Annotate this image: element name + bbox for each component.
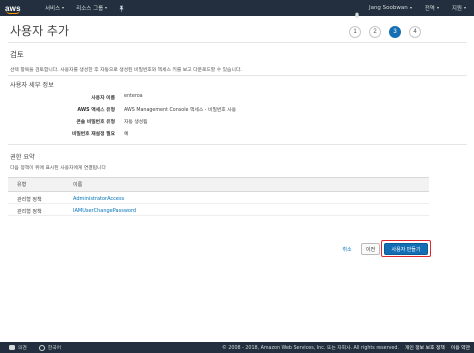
user-details-heading: 사용자 세부 정보 (10, 82, 54, 89)
footer: 의견 한국어 © 2008 - 2018, Amazon Web Service… (0, 342, 474, 353)
previous-button[interactable]: 이전 (361, 243, 380, 255)
step-4: 4 (409, 26, 421, 38)
permissions-table: 유형 이름 관리형 정책 AdministratorAccess 관리형 정책 … (8, 177, 429, 216)
resource-groups-menu[interactable]: 리소스 그룹 (76, 4, 108, 12)
feedback-label: 의견 (18, 346, 27, 351)
services-label: 서비스 (45, 6, 61, 12)
detail-key: AWS 액세스 유형 (77, 108, 115, 113)
step-1[interactable]: 1 (349, 26, 361, 38)
detail-row-password-type: 콘솔 비밀번호 유형 자동 생성됨 (10, 118, 310, 127)
create-user-button[interactable]: 사용자 만들기 (384, 243, 428, 255)
chevron-down-icon (409, 7, 412, 9)
detail-value: AWS Management Console 액세스 - 비밀번호 사용 (124, 108, 237, 113)
page-title: 사용자 추가 (10, 24, 70, 38)
cancel-button[interactable]: 취소 (337, 243, 357, 255)
step-3-active: 3 (389, 26, 401, 38)
divider (8, 75, 467, 76)
divider (8, 42, 467, 43)
detail-row-reset-required: 비밀번호 재설정 필요 예 (10, 130, 310, 139)
step-indicator: 1 2 3 4 (349, 26, 429, 38)
copyright-text: © 2008 - 2018, Amazon Web Services, Inc.… (222, 346, 399, 351)
pin-icon[interactable] (117, 4, 125, 12)
support-label: 지원 (451, 6, 462, 12)
language-selector[interactable]: 한국어 (27, 344, 61, 351)
region-label: 전역 (424, 6, 435, 12)
chevron-down-icon (105, 7, 108, 9)
chevron-down-icon (464, 7, 466, 9)
policy-link[interactable]: AdministratorAccess (73, 196, 124, 202)
detail-key: 사용자 이름 (91, 96, 115, 101)
bell-icon[interactable] (353, 4, 361, 19)
chevron-down-icon (62, 7, 65, 9)
account-name: Jang Soobwan (368, 5, 408, 11)
resource-groups-label: 리소스 그룹 (76, 6, 104, 12)
detail-key: 콘솔 비밀번호 유형 (76, 120, 115, 125)
table-row: 관리형 정책 IAMUserChangePassword (8, 204, 429, 216)
detail-row-username: 사용자 이름 enteroa (10, 94, 310, 103)
table-row: 관리형 정책 AdministratorAccess (8, 192, 429, 204)
region-menu[interactable]: 전역 (425, 4, 439, 12)
review-heading: 검토 (10, 50, 24, 59)
detail-value: 예 (124, 132, 129, 137)
top-nav: aws 서비스 리소스 그룹 Jang Soobwan 전역 지원 (0, 0, 474, 19)
terms-link[interactable]: 이용 약관 (451, 344, 470, 351)
policy-type: 관리형 정책 (17, 197, 42, 203)
detail-key: 비밀번호 재설정 필요 (71, 132, 115, 137)
support-menu[interactable]: 지원 (452, 4, 466, 12)
permissions-heading: 권한 요약 (10, 154, 35, 161)
globe-icon (38, 344, 45, 351)
step-2[interactable]: 2 (369, 26, 381, 38)
language-label: 한국어 (47, 346, 62, 351)
aws-logo[interactable]: aws (5, 4, 33, 14)
services-menu[interactable]: 서비스 (45, 4, 65, 12)
divider (8, 144, 467, 145)
detail-value: enteroa (124, 94, 143, 99)
column-header-name[interactable]: 이름 (73, 181, 82, 188)
policy-link[interactable]: IAMUserChangePassword (73, 208, 136, 214)
review-description: 선택 항목을 검토합니다. 사용자를 생성한 후 자동으로 생성된 비밀번호와 … (10, 68, 242, 73)
account-menu[interactable]: Jang Soobwan (369, 5, 412, 11)
aws-smile-icon (6, 10, 20, 14)
feedback-bubble-icon (9, 345, 15, 350)
detail-value: 자동 생성됨 (124, 120, 148, 125)
detail-row-access-type: AWS 액세스 유형 AWS Management Console 액세스 - … (10, 106, 310, 115)
table-header: 유형 이름 (8, 177, 429, 192)
feedback-link[interactable]: 의견 (9, 344, 27, 351)
policy-type: 관리형 정책 (17, 209, 42, 215)
chevron-down-icon (436, 7, 439, 9)
privacy-link[interactable]: 개인 정보 보호 정책 (405, 344, 445, 351)
permissions-description: 다음 정책이 위에 표시된 사용자에게 연결됩니다 (10, 166, 106, 171)
column-header-type[interactable]: 유형 (17, 181, 26, 188)
